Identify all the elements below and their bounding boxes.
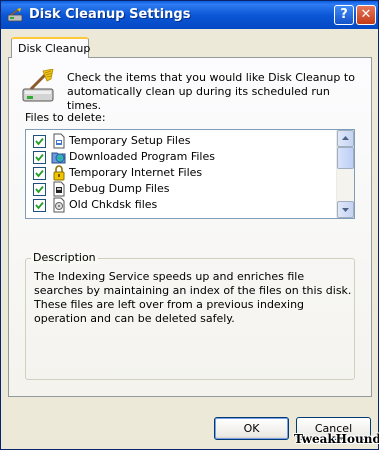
scroll-thumb[interactable] — [337, 147, 354, 169]
list-item-label: Debug Dump Files — [69, 182, 170, 195]
intro-text: Check the items that you would like Disk… — [67, 71, 355, 112]
checkbox[interactable] — [33, 151, 46, 164]
globe-folder-icon — [51, 152, 66, 164]
chkdsk-file-icon — [53, 197, 65, 213]
list-item-label: Downloaded Program Files — [69, 150, 215, 163]
arrow-down-icon — [342, 208, 349, 212]
checkbox[interactable] — [33, 199, 46, 212]
list-item-label: Temporary Setup Files — [69, 134, 191, 147]
files-to-delete-label: Files to delete: — [25, 111, 106, 124]
tab-label: Disk Cleanup — [18, 42, 91, 55]
checkbox[interactable] — [33, 167, 46, 180]
close-button[interactable]: ✕ — [356, 5, 376, 25]
description-text: The Indexing Service speeds up and enric… — [34, 270, 352, 325]
ok-button[interactable]: OK — [214, 417, 289, 440]
checkbox[interactable] — [33, 135, 46, 148]
tab-disk-cleanup[interactable]: Disk Cleanup — [11, 37, 91, 58]
checkbox[interactable] — [33, 183, 46, 196]
window-title: Disk Cleanup Settings — [29, 7, 191, 22]
description-legend: Description — [31, 251, 98, 264]
arrow-up-icon — [342, 136, 349, 140]
list-item-label: Old Chkdsk files — [69, 198, 158, 211]
broom-drive-icon — [22, 69, 54, 102]
lock-icon — [53, 165, 65, 181]
title-bar[interactable]: Disk Cleanup Settings ? ✕ — [1, 1, 378, 29]
scroll-down-button[interactable] — [337, 201, 354, 218]
dialog-window: Disk Cleanup Settings ? ✕ Disk Cleanup C… — [0, 0, 379, 450]
list-item[interactable]: Old Chkdsk files — [32, 197, 332, 213]
scroll-up-button[interactable] — [337, 130, 354, 147]
dump-file-icon — [53, 181, 65, 197]
list-item[interactable]: Temporary Setup Files — [32, 133, 332, 149]
list-item[interactable]: Temporary Internet Files — [32, 165, 332, 181]
watermark-logo: TweakHound — [294, 432, 379, 446]
help-button[interactable]: ? — [334, 5, 354, 25]
disk-cleanup-app-icon — [7, 8, 23, 22]
list-item[interactable]: Debug Dump Files — [32, 181, 332, 197]
files-listbox[interactable]: Temporary Setup Files Downloaded Program… — [25, 129, 355, 219]
list-item-label: Temporary Internet Files — [69, 166, 203, 179]
setup-file-icon — [53, 133, 65, 149]
list-item[interactable]: Downloaded Program Files — [32, 149, 332, 165]
list-scrollbar[interactable] — [336, 130, 354, 218]
